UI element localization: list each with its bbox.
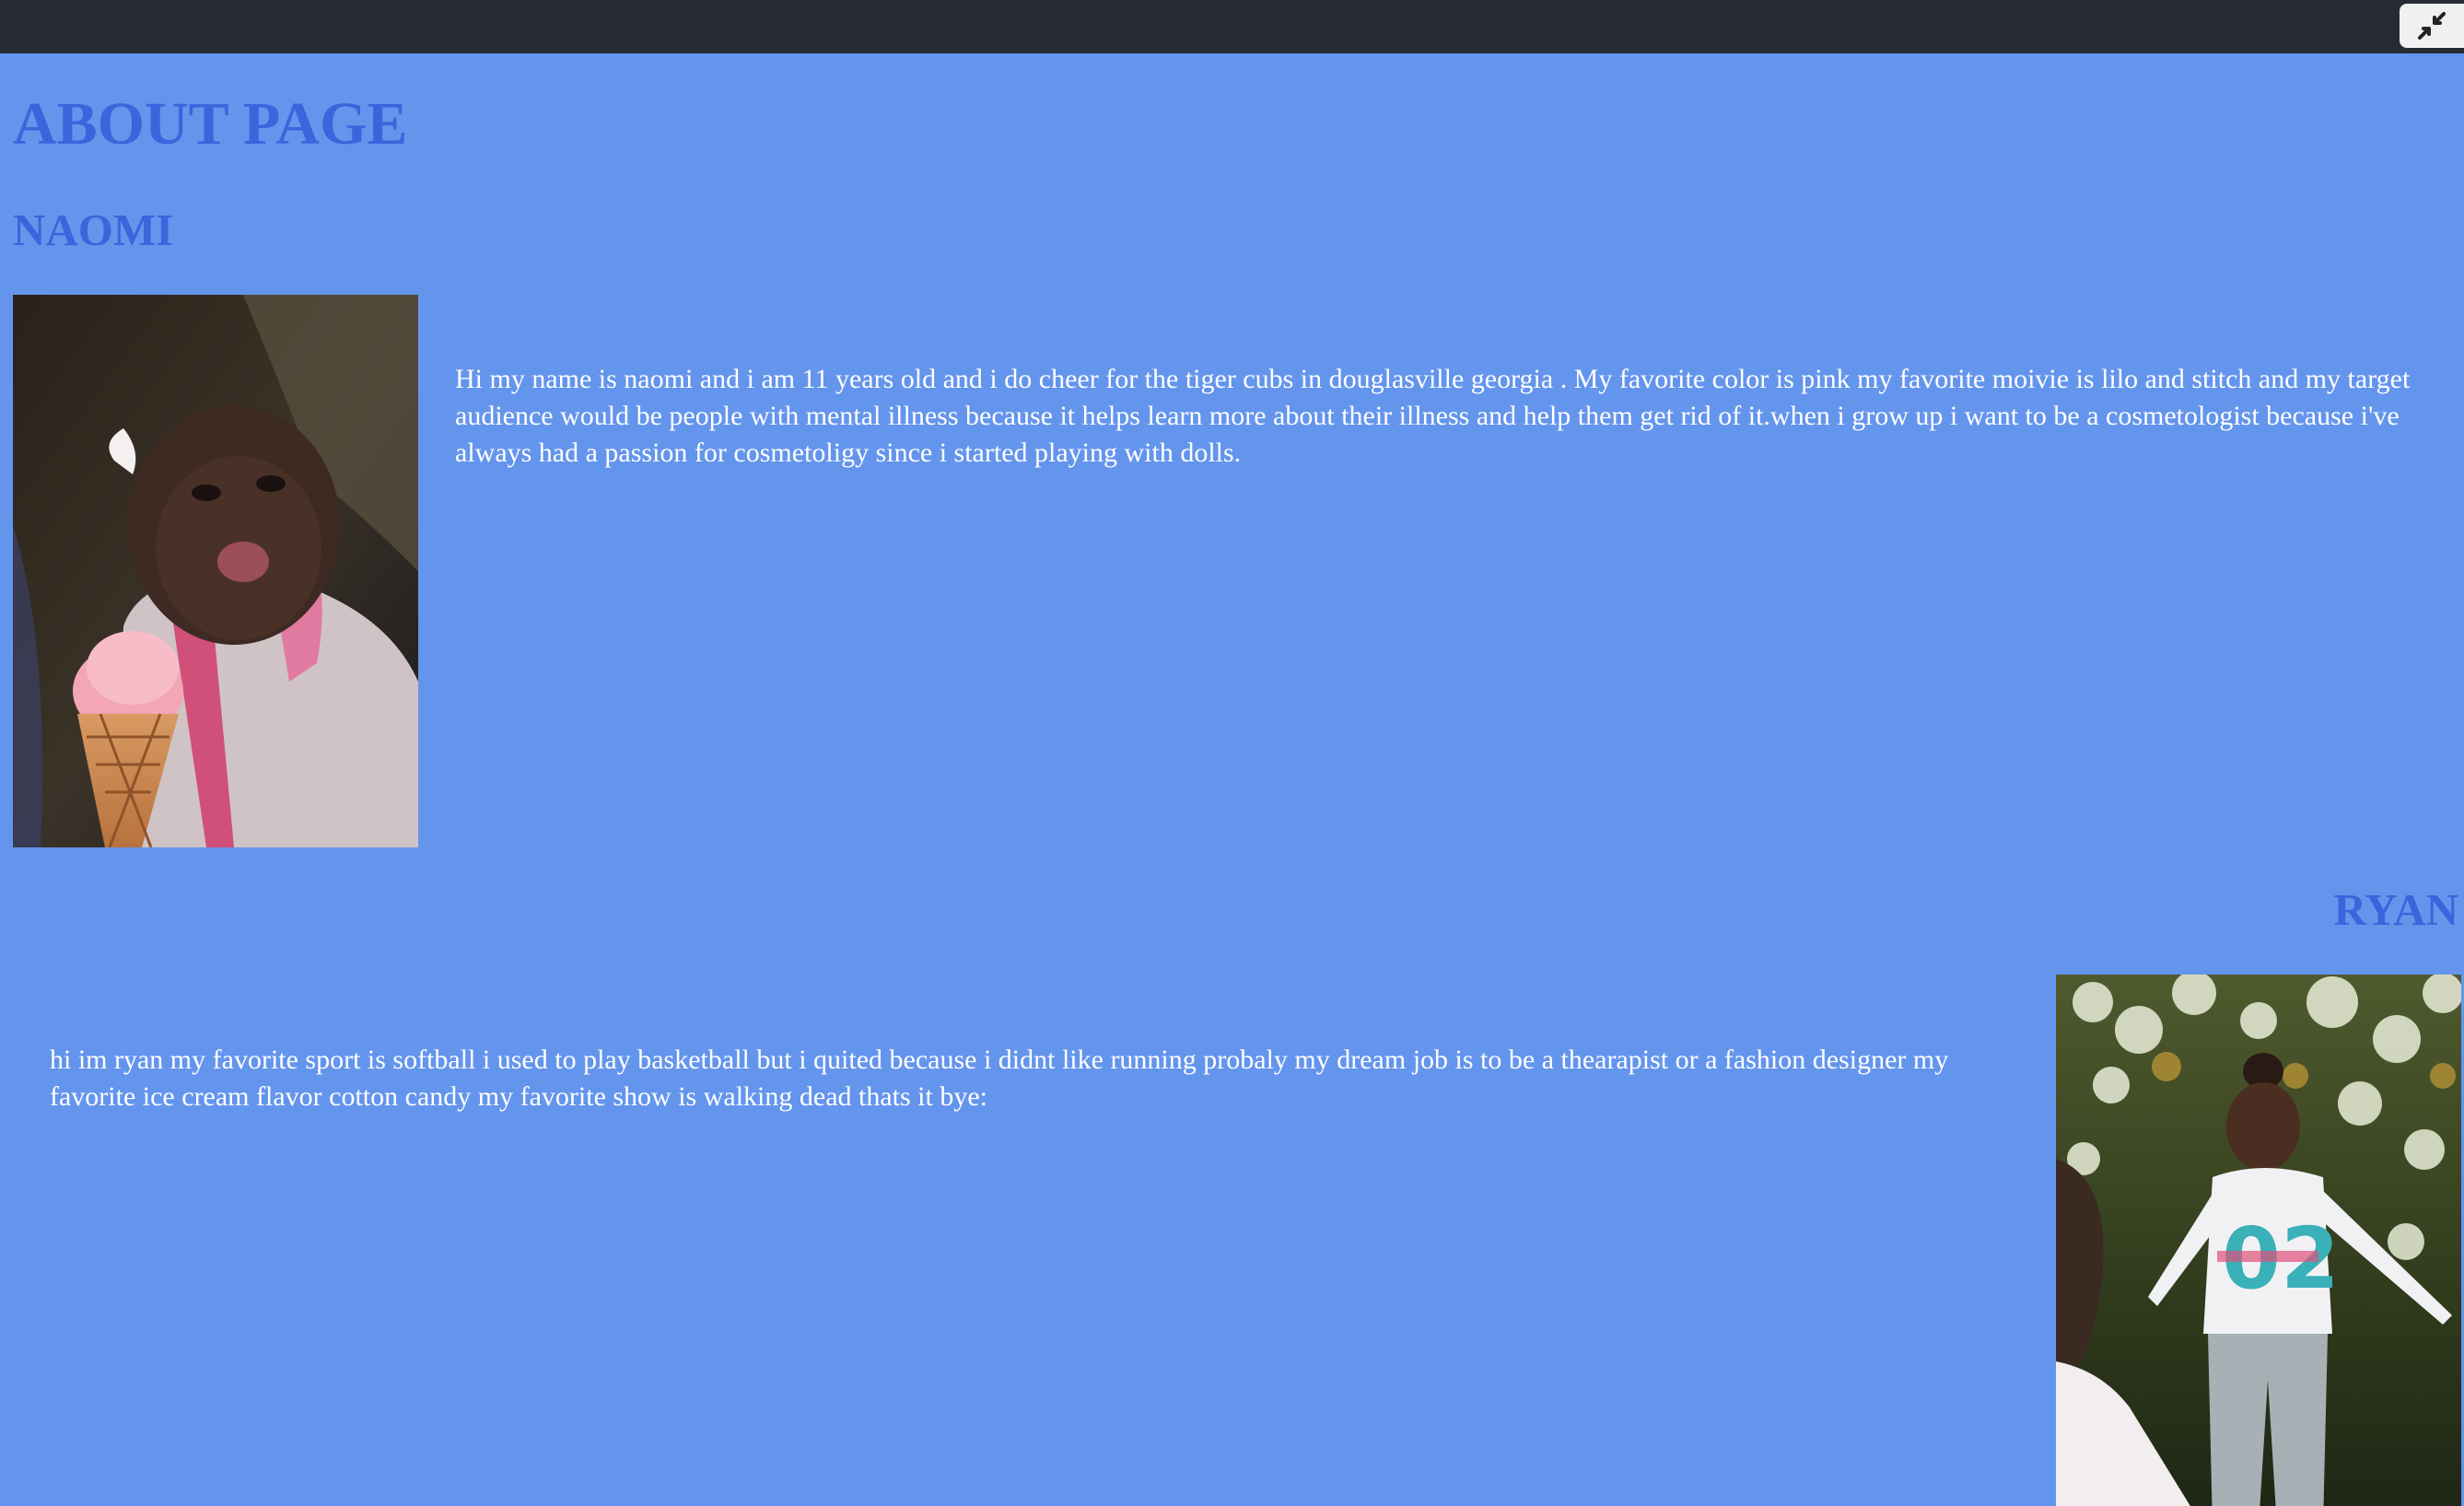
ryan-bio: hi im ryan my favorite sport is softball… xyxy=(50,1045,1949,1112)
exit-fullscreen-icon xyxy=(2418,12,2446,40)
browser-toolbar xyxy=(0,0,2464,53)
naomi-bio: Hi my name is naomi and i am 11 years ol… xyxy=(455,364,2411,468)
naomi-heading: NAOMI xyxy=(13,204,174,255)
exit-fullscreen-button[interactable] xyxy=(2400,4,2464,48)
ryan-photo: 02 xyxy=(2056,975,2461,1506)
naomi-photo xyxy=(13,295,418,847)
page-title: ABOUT PAGE xyxy=(13,90,408,158)
page-content: ABOUT PAGE NAOMI Hi my name is naomi and… xyxy=(0,53,2464,1506)
ryan-heading: RYAN xyxy=(2333,884,2458,935)
